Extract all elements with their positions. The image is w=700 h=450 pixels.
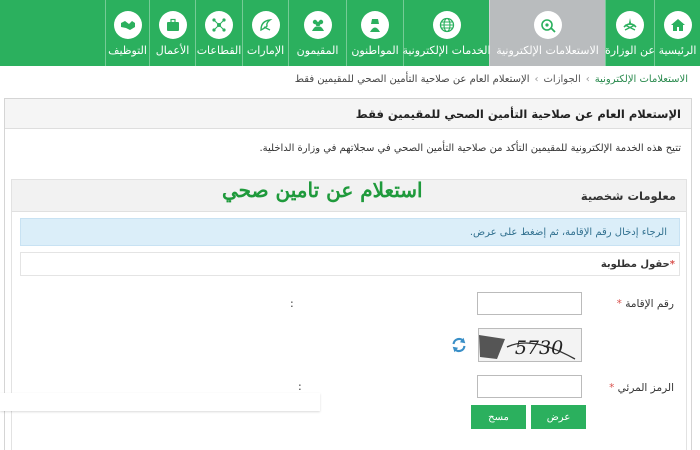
nav-item-label: الإمارات xyxy=(246,44,285,57)
citizen-icon xyxy=(361,11,389,39)
briefcase-icon xyxy=(158,11,187,39)
section-header: معلومات شخصية استعلام عن تامين صحي xyxy=(12,178,686,212)
nav-item-2[interactable]: الاستعلامات الإلكترونية xyxy=(489,0,605,66)
required-star-icon: * xyxy=(609,382,615,394)
nav-item-4[interactable]: المواطنون xyxy=(346,0,403,66)
clear-button[interactable]: مسح xyxy=(471,405,526,429)
nav-item-label: المقيمون xyxy=(296,44,339,57)
emirates-icon xyxy=(251,11,280,39)
iqama-colon: : xyxy=(290,297,294,310)
required-star-icon: * xyxy=(669,259,675,270)
handshake-icon xyxy=(113,11,142,39)
iqama-input[interactable] xyxy=(477,292,582,315)
nav-item-6[interactable]: الإمارات xyxy=(242,0,288,66)
overlay-strip xyxy=(0,393,320,411)
nav-filler xyxy=(0,0,105,66)
captcha-graphic: 5730 xyxy=(479,329,581,361)
residents-icon xyxy=(303,11,332,39)
section-title: معلومات شخصية xyxy=(580,189,676,203)
overlay-caption: استعلام عن تامين صحي xyxy=(222,178,423,202)
nav-item-label: عن الوزارة xyxy=(605,44,655,57)
show-button[interactable]: عرض xyxy=(531,405,586,429)
captcha-colon: : xyxy=(298,380,302,393)
breadcrumb-separator-icon: › xyxy=(585,74,590,85)
emblem-icon xyxy=(616,11,644,39)
nav-item-label: التوظيف xyxy=(108,44,147,57)
captcha-image: 5730 xyxy=(478,328,582,362)
main-nav: الرئيسية عن الوزارة الاستعلامات الإلكتروني… xyxy=(0,0,700,66)
home-icon xyxy=(663,11,692,39)
breadcrumb-middle[interactable]: الجوازات xyxy=(544,74,581,85)
iqama-label-text: رقم الإقامة xyxy=(625,298,674,310)
nav-item-0[interactable]: الرئيسية xyxy=(654,0,700,66)
breadcrumb: الاستعلامات الإلكترونية › الجوازات › الإ… xyxy=(295,74,688,85)
nav-item-label: الاستعلامات الإلكترونية xyxy=(496,44,599,57)
page-title: الإستعلام العام عن صلاحية التأمين الصحي … xyxy=(5,99,691,129)
nav-item-7[interactable]: القطاعات xyxy=(195,0,242,66)
required-star-icon: * xyxy=(616,298,622,310)
nav-item-3[interactable]: الخدمات الإلكترونية xyxy=(402,0,491,66)
required-note-text: حقول مطلوبة xyxy=(600,259,670,270)
inquiry-icon xyxy=(533,11,562,39)
iqama-label: رقم الإقامة * xyxy=(617,298,674,310)
nav-item-9[interactable]: التوظيف xyxy=(105,0,149,66)
captcha-label: الرمز المرئي * xyxy=(609,382,674,394)
network-icon xyxy=(205,11,233,39)
required-fields-note: *حقول مطلوبة xyxy=(20,252,680,276)
captcha-label-text: الرمز المرئي xyxy=(617,382,674,394)
nav-item-label: القطاعات xyxy=(196,44,242,57)
info-alert: الرجاء إدخال رقم الإقامة، ثم إضغط على عر… xyxy=(20,218,680,246)
refresh-icon[interactable] xyxy=(450,336,468,354)
nav-item-label: المواطنون xyxy=(351,44,399,57)
breadcrumb-root[interactable]: الاستعلامات الإلكترونية xyxy=(595,74,688,85)
captcha-text: 5730 xyxy=(515,337,563,359)
nav-item-1[interactable]: عن الوزارة xyxy=(605,0,655,66)
nav-item-5[interactable]: المقيمون xyxy=(288,0,346,66)
nav-item-label: الرئيسية xyxy=(658,44,697,57)
service-intro: تتيح هذه الخدمة الإلكترونية للمقيمين الت… xyxy=(259,143,681,154)
globe-icon xyxy=(432,11,461,39)
nav-item-label: الأعمال xyxy=(155,44,190,57)
breadcrumb-current: الإستعلام العام عن صلاحية التأمين الصحي … xyxy=(294,74,530,85)
nav-item-8[interactable]: الأعمال xyxy=(149,0,195,66)
breadcrumb-separator-icon: › xyxy=(534,74,539,85)
captcha-input[interactable] xyxy=(477,375,582,398)
nav-item-label: الخدمات الإلكترونية xyxy=(402,44,491,57)
